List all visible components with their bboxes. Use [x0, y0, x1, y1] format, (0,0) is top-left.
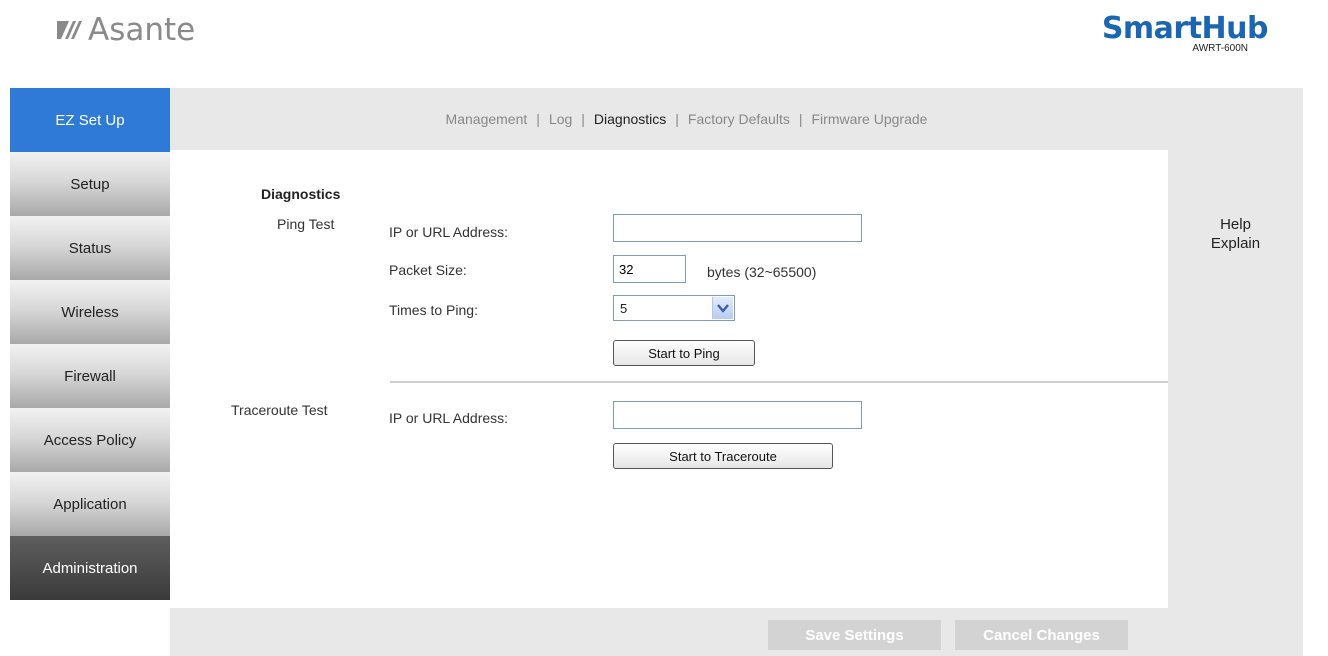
packet-size-unit: bytes (32~65500) [707, 264, 817, 280]
tab-firmware-upgrade[interactable]: Firmware Upgrade [812, 111, 928, 127]
sidebar-item-wireless[interactable]: Wireless [10, 280, 170, 344]
section-divider [390, 381, 1168, 383]
nav-separator: | [536, 111, 540, 127]
start-ping-button[interactable]: Start to Ping [613, 340, 755, 366]
ping-address-label: IP or URL Address: [389, 224, 509, 240]
save-settings-button[interactable]: Save Settings [768, 620, 941, 650]
sidebar-item-ez-setup[interactable]: EZ Set Up [10, 88, 170, 152]
sidebar-item-setup[interactable]: Setup [10, 152, 170, 216]
ping-address-input[interactable] [613, 214, 862, 242]
footer-bar [170, 608, 1303, 656]
help-title: Help [1220, 216, 1251, 233]
brand-block: SmartHub AWRT-600N [1101, 11, 1269, 55]
logo-text: Asante [88, 12, 196, 48]
asante-logo-icon [57, 21, 82, 39]
ping-test-label: Ping Test [277, 216, 335, 232]
traceroute-address-label: IP or URL Address: [389, 410, 509, 426]
traceroute-address-input[interactable] [613, 401, 862, 429]
chevron-down-icon[interactable] [712, 297, 733, 319]
help-subtitle: Explain [1210, 235, 1261, 252]
sidebar-item-status[interactable]: Status [10, 216, 170, 280]
cancel-changes-button[interactable]: Cancel Changes [955, 620, 1128, 650]
tab-diagnostics[interactable]: Diagnostics [594, 111, 666, 127]
sidebar-item-firewall[interactable]: Firewall [10, 344, 170, 408]
asante-logo: Asante [56, 12, 195, 48]
sidebar-item-administration[interactable]: Administration [10, 536, 170, 600]
sidebar-item-access-policy[interactable]: Access Policy [10, 408, 170, 472]
times-to-ping-select[interactable]: 5 [613, 295, 735, 321]
times-to-ping-value: 5 [620, 301, 628, 316]
traceroute-test-label: Traceroute Test [231, 402, 328, 418]
nav-separator: | [581, 111, 585, 127]
sidebar: EZ Set Up Setup Status Wireless Firewall… [10, 88, 170, 600]
sidebar-item-application[interactable]: Application [10, 472, 170, 536]
help-text: Help Explain [1168, 215, 1303, 253]
sub-navigation: Management | Log | Diagnostics | Factory Defau… [170, 111, 1203, 127]
packet-size-label: Packet Size: [389, 262, 467, 278]
nav-separator: | [675, 111, 679, 127]
tab-log[interactable]: Log [549, 111, 572, 127]
page-title: Diagnostics [261, 186, 341, 202]
start-traceroute-button[interactable]: Start to Traceroute [613, 443, 833, 469]
times-to-ping-label: Times to Ping: [389, 302, 478, 318]
tab-management[interactable]: Management [446, 111, 528, 127]
packet-size-input[interactable] [613, 255, 686, 283]
tab-factory-defaults[interactable]: Factory Defaults [688, 111, 790, 127]
brand-name: SmartHub [1101, 11, 1269, 46]
nav-separator: | [798, 111, 803, 127]
